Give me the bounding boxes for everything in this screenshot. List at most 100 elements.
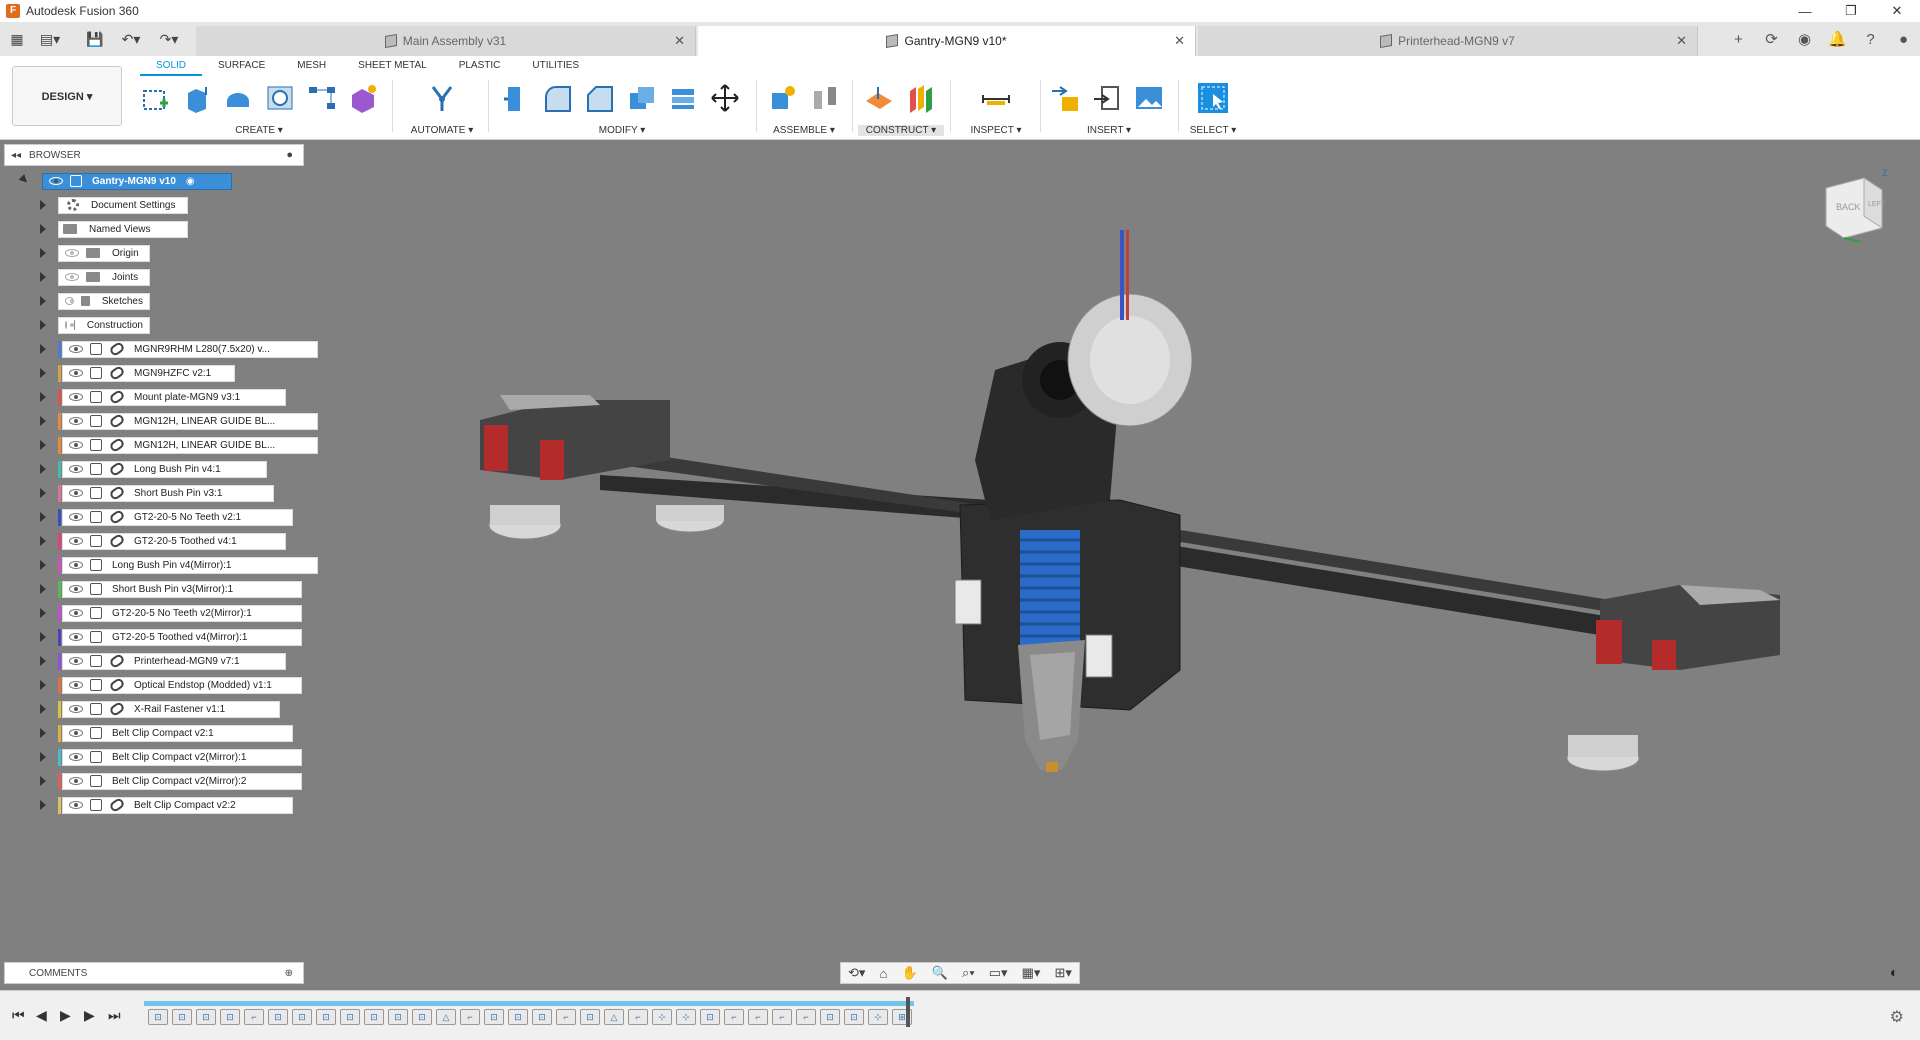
expand-toggle-icon[interactable] <box>40 224 46 234</box>
tab-mesh[interactable]: MESH <box>281 58 342 76</box>
timeline-feature-icon[interactable]: ⊡ <box>484 1009 504 1025</box>
tab-gantry-mgn9[interactable]: Gantry-MGN9 v10* ✕ <box>698 26 1196 56</box>
visibility-eye-icon[interactable] <box>65 249 79 257</box>
timeline-feature-icon[interactable]: ⊡ <box>844 1009 864 1025</box>
construct-menu-label[interactable]: CONSTRUCT ▾ <box>858 125 944 136</box>
timeline-feature-icon[interactable]: ⊹ <box>652 1009 672 1025</box>
timeline-feature-icon[interactable]: ⌐ <box>724 1009 744 1025</box>
visibility-eye-icon[interactable] <box>69 777 83 785</box>
chamfer-icon[interactable] <box>583 82 615 114</box>
expand-toggle-icon[interactable] <box>40 416 46 426</box>
timeline-feature-icon[interactable]: ⊡ <box>388 1009 408 1025</box>
notifications-icon[interactable]: 🔔 <box>1821 30 1854 48</box>
timeline-prev-icon[interactable]: ◀ <box>36 1007 47 1024</box>
select-menu-label[interactable]: SELECT ▾ <box>1184 125 1242 136</box>
visibility-eye-icon[interactable] <box>69 705 83 713</box>
tab-printerhead-mgn9[interactable]: Printerhead-MGN9 v7 ✕ <box>1198 26 1698 56</box>
grid-icon[interactable]: ▦▾ <box>1022 965 1041 981</box>
visibility-eye-icon[interactable] <box>69 609 83 617</box>
restore-button[interactable]: ❐ <box>1828 0 1874 22</box>
revolve-icon[interactable] <box>222 82 254 114</box>
expand-toggle-icon[interactable] <box>40 560 46 570</box>
timeline-feature-icon[interactable]: ⊡ <box>220 1009 240 1025</box>
app-grid-icon[interactable]: ▦ <box>6 28 28 50</box>
timeline-feature-icon[interactable]: ⊡ <box>364 1009 384 1025</box>
visibility-eye-icon[interactable] <box>69 657 83 665</box>
close-tab-icon[interactable]: ✕ <box>1676 33 1687 49</box>
timeline-feature-icon[interactable]: △ <box>436 1009 456 1025</box>
pattern-icon[interactable] <box>306 82 338 114</box>
visibility-eye-icon[interactable] <box>69 393 83 401</box>
timeline-feature-icon[interactable]: ⌐ <box>796 1009 816 1025</box>
create-form-icon[interactable] <box>347 82 379 114</box>
new-component-icon[interactable] <box>767 82 799 114</box>
feedback-icon[interactable]: ◐ <box>1890 964 1898 980</box>
expand-toggle-icon[interactable] <box>40 320 46 330</box>
insert-mesh-icon[interactable] <box>1091 82 1123 114</box>
minimize-button[interactable]: — <box>1782 0 1828 22</box>
timeline-feature-icon[interactable]: ⌐ <box>556 1009 576 1025</box>
expand-toggle-icon[interactable] <box>40 680 46 690</box>
extrude-icon[interactable] <box>181 82 213 114</box>
visibility-eye-icon[interactable] <box>69 369 83 377</box>
timeline-feature-icon[interactable]: ⊡ <box>580 1009 600 1025</box>
visibility-eye-icon[interactable] <box>69 681 83 689</box>
timeline-feature-icon[interactable]: ⊡ <box>820 1009 840 1025</box>
expand-toggle-icon[interactable] <box>40 800 46 810</box>
expand-toggle-icon[interactable] <box>18 174 34 189</box>
create-menu-label[interactable]: CREATE ▾ <box>134 125 384 136</box>
timeline-feature-icon[interactable]: ⊡ <box>268 1009 288 1025</box>
expand-toggle-icon[interactable] <box>40 776 46 786</box>
visibility-eye-icon[interactable] <box>69 489 83 497</box>
new-tab-icon[interactable]: + <box>1722 31 1755 48</box>
help-icon[interactable]: ? <box>1854 31 1887 48</box>
timeline-feature-icon[interactable]: ⊡ <box>700 1009 720 1025</box>
hole-icon[interactable] <box>264 82 296 114</box>
visibility-eye-icon[interactable] <box>69 345 83 353</box>
display-settings-icon[interactable]: ▭▾ <box>989 965 1008 981</box>
timeline-feature-icon[interactable]: ⊡ <box>196 1009 216 1025</box>
timeline-feature-icon[interactable]: ⌐ <box>748 1009 768 1025</box>
expand-toggle-icon[interactable] <box>40 392 46 402</box>
visibility-eye-icon[interactable] <box>69 729 83 737</box>
expand-toggle-icon[interactable] <box>40 728 46 738</box>
pan-icon[interactable]: ✋ <box>901 965 917 981</box>
select-icon[interactable] <box>1197 82 1229 114</box>
press-pull-icon[interactable] <box>499 82 531 114</box>
visibility-eye-icon[interactable] <box>69 417 83 425</box>
expand-toggle-icon[interactable] <box>40 752 46 762</box>
timeline-marker[interactable] <box>906 997 910 1027</box>
visibility-eye-icon[interactable] <box>69 465 83 473</box>
expand-toggle-icon[interactable] <box>40 608 46 618</box>
expand-toggle-icon[interactable] <box>40 704 46 714</box>
visibility-eye-icon[interactable] <box>69 441 83 449</box>
timeline-feature-icon[interactable]: ⌐ <box>244 1009 264 1025</box>
assemble-menu-label[interactable]: ASSEMBLE ▾ <box>762 125 846 136</box>
close-tab-icon[interactable]: ✕ <box>1174 33 1185 49</box>
timeline-feature-icon[interactable]: ⊹ <box>868 1009 888 1025</box>
create-sketch-icon[interactable] <box>139 82 171 114</box>
move-copy-icon[interactable] <box>709 82 741 114</box>
expand-toggle-icon[interactable] <box>40 632 46 642</box>
close-tab-icon[interactable]: ✕ <box>674 33 685 49</box>
timeline-feature-icon[interactable]: ⊡ <box>316 1009 336 1025</box>
timeline-feature-icon[interactable]: ⊹ <box>676 1009 696 1025</box>
midplane-icon[interactable] <box>905 82 937 114</box>
panel-options-icon[interactable]: ● <box>286 149 293 161</box>
timeline-settings-icon[interactable]: ⚙ <box>1890 1007 1904 1027</box>
zoom-icon[interactable]: 🔍 <box>932 965 948 981</box>
visibility-eye-icon[interactable] <box>69 513 83 521</box>
visibility-eye-icon[interactable] <box>69 633 83 641</box>
user-avatar[interactable]: ● <box>1887 31 1920 48</box>
timeline-feature-icon[interactable]: ⊡ <box>340 1009 360 1025</box>
undo-icon[interactable]: ↶▾ <box>116 28 146 50</box>
visibility-eye-icon[interactable] <box>65 297 75 305</box>
automate-menu-label[interactable]: AUTOMATE ▾ <box>400 125 484 136</box>
timeline-next-icon[interactable]: ▶ <box>84 1007 95 1024</box>
visibility-eye-icon[interactable] <box>69 561 83 569</box>
file-menu-icon[interactable]: ▤▾ <box>36 28 64 50</box>
fillet-icon[interactable] <box>541 82 573 114</box>
visibility-eye-icon[interactable] <box>69 585 83 593</box>
visibility-eye-icon[interactable] <box>65 273 79 281</box>
extensions-icon[interactable]: ⟳ <box>1755 30 1788 48</box>
